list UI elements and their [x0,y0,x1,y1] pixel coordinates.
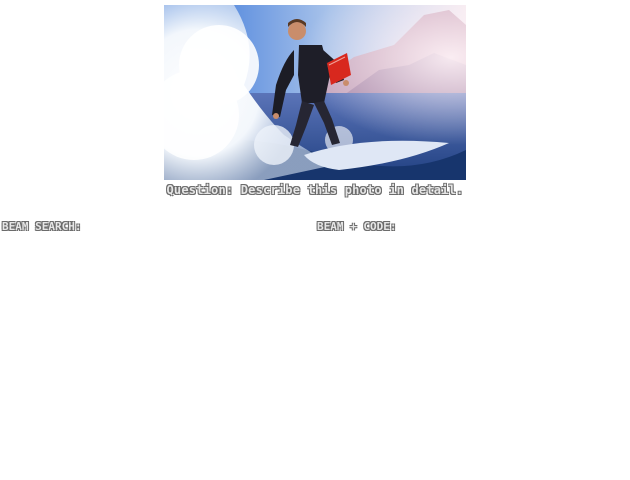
beam-search-label: BEAM SEARCH: [2,220,82,233]
beam-code-label: BEAM + CODE: [317,220,397,233]
surfer-photo [164,5,466,180]
question-text: Question: Describe this photo in detail. [166,183,464,197]
